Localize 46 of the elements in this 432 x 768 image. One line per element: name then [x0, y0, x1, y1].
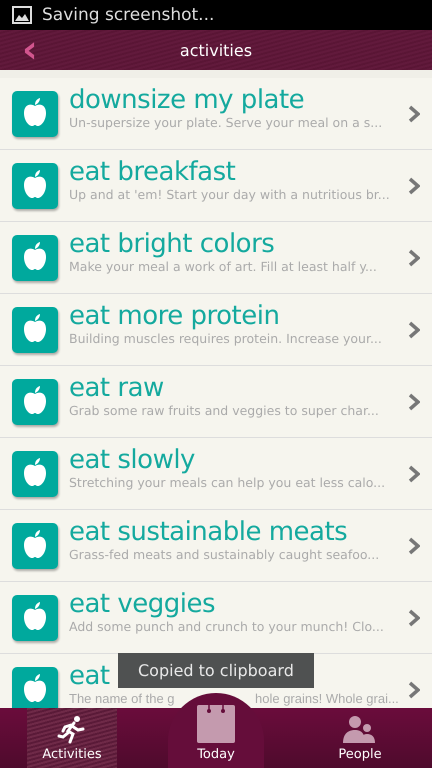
activity-description: Up and at 'em! Start your day with a nutritious br... — [69, 187, 390, 202]
apple-icon — [12, 666, 58, 708]
chevron-right-icon[interactable] — [408, 248, 420, 266]
activity-description: Building muscles requires protein. Increase your... — [69, 331, 382, 346]
apple-icon — [12, 450, 58, 496]
chevron-right-icon[interactable] — [408, 464, 420, 482]
chevron-right-icon[interactable] — [408, 536, 420, 554]
tab[interactable]: People — [328, 708, 392, 768]
activity-description: Add some punch and crunch to your munch! Clo... — [69, 619, 384, 634]
chevron-right-icon[interactable] — [408, 392, 420, 410]
chevron-right-icon[interactable] — [408, 320, 420, 338]
apple-icon — [12, 594, 58, 640]
activity-description: Stretching your meals can help you eat less calo... — [69, 475, 386, 490]
apple-icon — [12, 306, 58, 352]
apple-icon — [12, 234, 58, 280]
apple-icon — [12, 378, 58, 424]
activity-description: Un-supersize your plate. Serve your meal on a s... — [69, 115, 382, 130]
activity-title: eat — [69, 661, 110, 691]
activity-description: Grass-fed meats and sustainably caught seafoo... — [69, 547, 380, 562]
activity-description: hole grains! Whole grai... — [255, 691, 399, 706]
activity-description: The name of the g — [69, 691, 176, 706]
toast-message: Copied to clipboard — [118, 653, 314, 688]
activity-description: Make your meal a work of art. Fill at least half y... — [69, 259, 377, 274]
screen-title: activities — [180, 40, 252, 60]
activity-title: eat raw — [69, 373, 164, 403]
activity-title: eat sustainable meats — [69, 517, 348, 547]
people-icon — [342, 715, 377, 745]
apple-icon — [12, 162, 58, 208]
chevron-right-icon[interactable] — [408, 176, 420, 194]
activity-title: eat breakfast — [69, 157, 236, 187]
tab[interactable]: Activities — [27, 708, 117, 768]
chevron-right-icon[interactable] — [408, 608, 420, 626]
activity-title: eat more protein — [69, 301, 280, 331]
activity-title: downsize my plate — [69, 85, 304, 115]
activity-description: Grab some raw fruits and veggies to super char... — [69, 403, 379, 418]
activity-title: eat veggies — [69, 589, 216, 619]
activity-title: eat bright colors — [69, 229, 274, 259]
runner-icon — [57, 715, 87, 745]
calendar-icon — [197, 705, 235, 745]
notification-text: Saving screenshot... — [42, 5, 214, 25]
chevron-right-icon[interactable] — [408, 104, 420, 122]
chevron-right-icon[interactable] — [408, 680, 420, 698]
apple-icon — [12, 522, 58, 568]
image-icon — [12, 6, 32, 24]
activity-title: eat slowly — [69, 445, 195, 475]
apple-icon — [12, 90, 58, 136]
